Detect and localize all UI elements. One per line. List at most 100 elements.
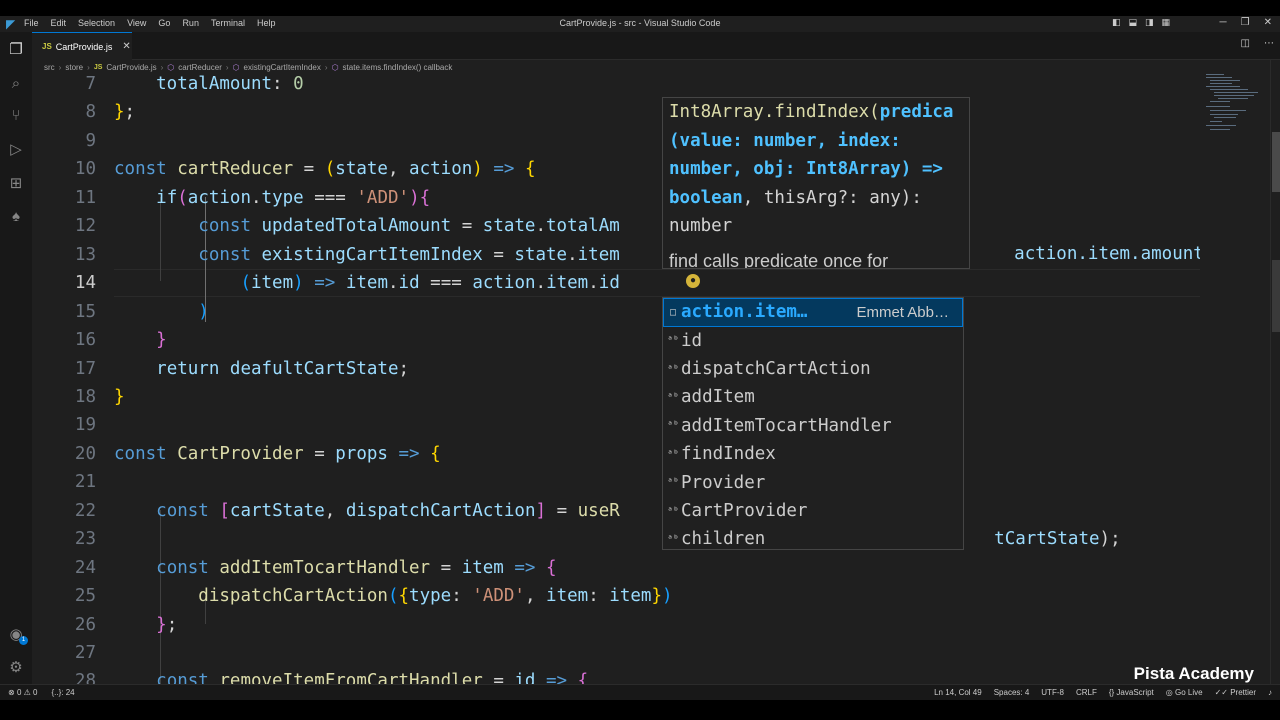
menu-go[interactable]: Go [158,18,170,28]
line-number: 24 [74,557,96,578]
lightbulb-icon[interactable]: ● [686,274,700,288]
code-line: 7 totalAmount: 0 [32,74,1200,98]
code-line: 19 [32,411,1200,439]
code-line: 20 const CartProvider = props => { [32,440,1200,468]
code-token: ) [661,586,673,607]
hover-sig-return: number [669,216,733,236]
code-token: cartState [229,500,325,521]
tab-cartprovide[interactable]: JS CartProvide.js ✕ [32,32,132,60]
breadcrumb-src[interactable]: src [44,63,55,72]
source-control-icon[interactable]: ⑂ [6,106,26,126]
line-ending[interactable]: CRLF [1076,688,1097,697]
hover-signature: Int8Array.findIndex(predica (value: numb… [669,98,969,241]
abc-icon: ᵃᵇ [666,505,680,517]
minimap[interactable] [1200,60,1270,684]
search-icon[interactable]: ⌕ [6,74,26,94]
code-line: 18} [32,383,1200,411]
code-text: } [114,383,125,411]
scrollbar-thumb[interactable] [1272,132,1280,192]
breadcrumb-store[interactable]: store [65,63,83,72]
menu-edit[interactable]: Edit [51,18,67,28]
status-bar: ⊗ 0 ⚠ 0 {..}: 24 Ln 14, Col 49 Spaces: 4… [0,684,1280,700]
code-token: item [577,244,620,265]
suggestion-item[interactable]: ᵃᵇ dispatchCartAction [663,355,963,384]
cursor-position[interactable]: Ln 14, Col 49 [934,688,982,697]
indentation[interactable]: Spaces: 4 [994,688,1030,697]
code-token: removeItemFromCartHandler [219,671,483,684]
toggle-sidebar-icon[interactable]: ◧ [1112,17,1121,28]
suggestion-label: CartProvider [681,501,808,522]
language-mode[interactable]: {} JavaScript [1109,688,1154,697]
settings-gear-icon[interactable]: ⚙ [6,658,26,678]
notifications-bell-icon[interactable]: ♪ [1268,688,1272,697]
menu-terminal[interactable]: Terminal [211,18,245,28]
vertical-scrollbar[interactable] [1270,60,1280,684]
breadcrumb-callback[interactable]: state.items.findIndex() callback [343,63,453,72]
code-line: 15 ) [32,298,1200,326]
code-text: if(action.type === 'ADD'){ [114,184,430,212]
breadcrumb: src › store › JS CartProvide.js › ⬡ cart… [32,60,1200,74]
code-text: const CartProvider = props => { [114,440,441,468]
more-actions-icon[interactable]: ⋯ [1264,38,1274,49]
suggestion-item[interactable]: ᵃᵇ Provider [663,468,963,497]
menu-help[interactable]: Help [257,18,276,28]
code-token: totalAmount [114,74,273,94]
breadcrumb-cartreducer[interactable]: cartReducer [178,63,222,72]
problems-indicator[interactable]: ⊗ 0 ⚠ 0 [8,688,37,697]
breadcrumb-file[interactable]: CartProvide.js [106,63,156,72]
code-editor[interactable]: 7 totalAmount: 0 8}; 9 10 const cartReducer … [32,74,1200,684]
menu-run[interactable]: Run [182,18,199,28]
menu-file[interactable]: File [24,18,39,28]
toggle-panel-icon[interactable]: ⬓ [1128,17,1137,28]
prettier-status[interactable]: ✓✓ Prettier [1215,688,1256,697]
extensions-icon[interactable]: ⊞ [6,174,26,194]
menu-selection[interactable]: Selection [78,18,115,28]
line-number: 27 [74,643,96,663]
abc-icon: ᵃᵇ [666,391,680,403]
line-22-tail-pre: t [994,529,1005,549]
suggestion-item[interactable]: ᵃᵇ addItem [663,383,963,412]
code-line: 24 const addItemTocartHandler = item => … [32,554,1200,582]
js-file-icon: JS [93,63,103,71]
mongodb-icon[interactable]: ♠ [6,207,26,227]
line-number: 17 [74,358,96,379]
accounts-icon[interactable]: ◉ 1 [6,625,28,645]
explorer-icon[interactable]: ❐ [6,40,26,60]
notification-badge: 1 [19,636,28,645]
suggestion-item[interactable]: ᵃᵇ id [663,326,963,355]
breadcrumb-existingcartitemindex[interactable]: existingCartItemIndex [244,63,321,72]
restore-icon[interactable]: ❐ [1241,17,1250,28]
code-token: props [335,443,388,464]
suggestion-item[interactable]: □ action.item… Emmet Abb… [663,298,963,327]
code-text: const addItemTocartHandler = item => { [114,554,556,582]
line-number: 20 [74,443,96,464]
layout-controls: ◧ ⬓ ◨ ▦ [1112,17,1170,28]
customize-layout-icon[interactable]: ▦ [1161,17,1170,28]
close-tab-icon[interactable]: ✕ [122,41,130,52]
abc-icon: ᵃᵇ [666,477,680,489]
code-token: addItemTocartHandler [219,557,431,578]
bracket-info[interactable]: {..}: 24 [51,688,74,697]
vscode-logo-icon: ◤ [6,17,16,31]
suggestion-item[interactable]: ᵃᵇ children [663,525,963,549]
code-line: 17 return deafultCartState; [32,355,1200,383]
encoding[interactable]: UTF-8 [1041,688,1064,697]
suggestion-label: dispatchCartAction [681,359,871,380]
toggle-secondary-sidebar-icon[interactable]: ◨ [1145,17,1154,28]
suggest-widget[interactable]: □ action.item… Emmet Abb… ᵃᵇ id ᵃᵇ dispatchCar… [662,297,964,550]
suggestion-item[interactable]: ᵃᵇ CartProvider [663,497,963,526]
suggestion-item[interactable]: ᵃᵇ findIndex [663,440,963,469]
run-debug-icon[interactable]: ▷ [6,140,26,160]
window-controls: ─ ❐ ✕ [1220,17,1272,28]
close-window-icon[interactable]: ✕ [1264,17,1272,28]
suggestion-item[interactable]: ᵃᵇ addItemTocartHandler [663,412,963,441]
menu-bar: File Edit Selection View Go Run Terminal… [24,18,275,28]
minimize-icon[interactable]: ─ [1220,17,1227,28]
code-text: ) [114,298,209,326]
abc-icon: ᵃᵇ [666,335,680,347]
line-number: 7 [85,74,96,94]
go-live-button[interactable]: ◎ Go Live [1166,688,1203,697]
split-editor-icon[interactable]: ◫ [1241,38,1250,49]
menu-view[interactable]: View [127,18,146,28]
